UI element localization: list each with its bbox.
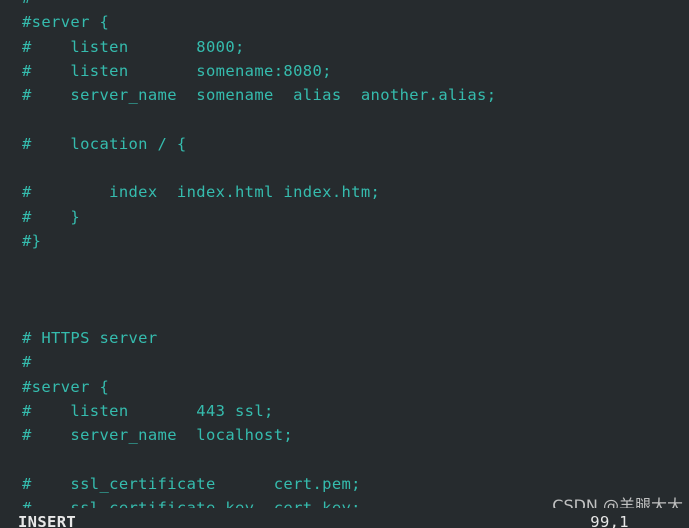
code-line: # location / { — [22, 134, 187, 153]
status-cursor-position: 99,1 — [590, 513, 629, 528]
code-line: # } — [22, 207, 81, 226]
code-line: # listen 8000; — [22, 37, 245, 56]
code-line: # server_name localhost; — [22, 426, 294, 445]
code-line: # server_name somename alias another.ali… — [22, 86, 497, 105]
terminal-window: # #server { # listen 8000; # listen somenam… — [0, 0, 689, 528]
code-line: # ssl_certificate_key cert.key; — [22, 496, 496, 508]
vim-status-bar: INSERT 99,1 — [0, 508, 689, 528]
code-line: #server { — [22, 377, 110, 396]
editor-lines: # #server { # listen 8000; # listen somenam… — [22, 0, 496, 508]
editor-text-area[interactable]: # #server { # listen 8000; # listen somenam… — [0, 0, 689, 508]
status-mode-indicator: INSERT — [18, 513, 77, 528]
code-line: # — [22, 353, 32, 372]
code-line: # ssl_certificate cert.pem; — [22, 474, 361, 493]
code-line: # listen somename:8080; — [22, 61, 332, 80]
code-line: # listen 443 ssl; — [22, 402, 274, 421]
code-line: #} — [22, 231, 42, 250]
code-line: #server { — [22, 13, 110, 32]
code-line: # index index.html index.htm; — [22, 183, 381, 202]
code-line: # — [22, 0, 496, 10]
code-line: # HTTPS server — [22, 329, 158, 348]
